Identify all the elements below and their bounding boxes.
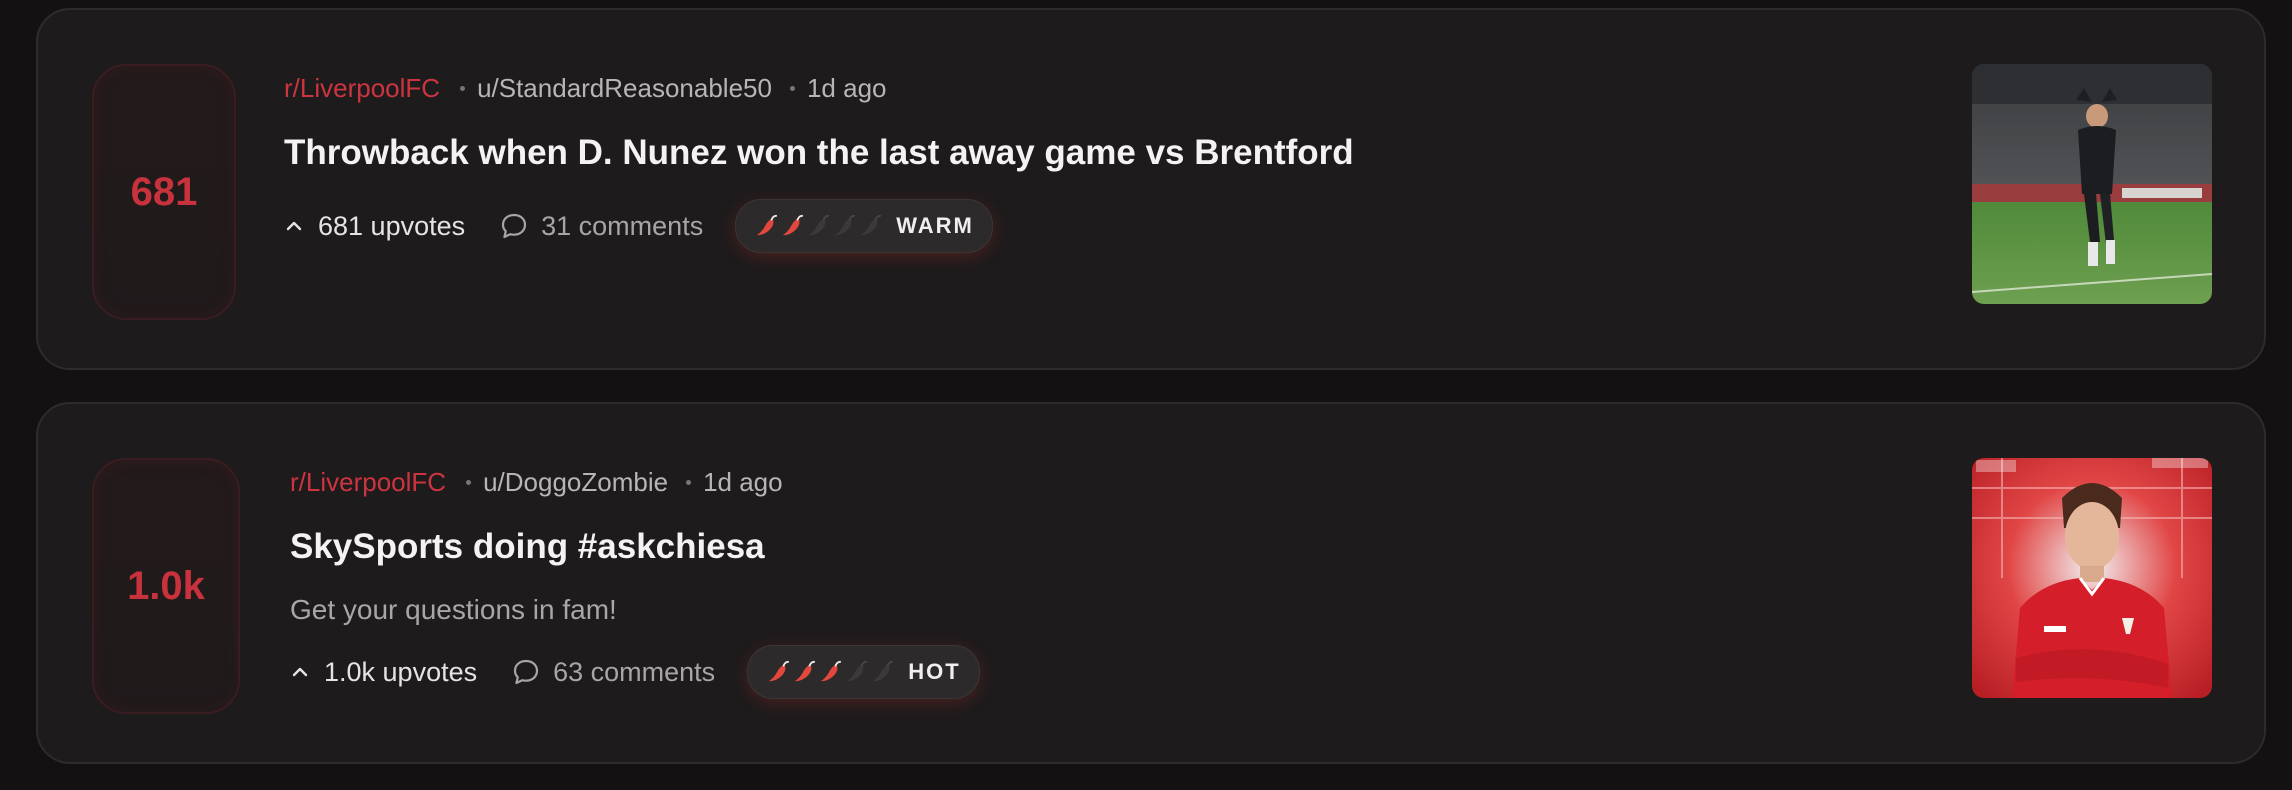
player-celebration-image <box>1972 64 2212 304</box>
separator-dot <box>466 479 472 485</box>
post-age: 1d ago <box>703 466 783 497</box>
post-meta: r/LiverpoolFC u/StandardReasonable50 1d … <box>284 68 1944 108</box>
score-badge: 1.0k <box>92 458 240 714</box>
chili-pepper-empty-icon <box>872 660 894 682</box>
comment-count: 63 comments <box>553 656 716 687</box>
comments-button[interactable]: 63 comments <box>511 657 715 688</box>
post-title[interactable]: Throwback when D. Nunez won the last awa… <box>284 130 1944 176</box>
post-thumbnail[interactable] <box>1972 64 2212 304</box>
chili-pepper-empty-icon <box>808 214 830 236</box>
player-portrait-image <box>1972 458 2212 698</box>
pepper-rating <box>754 214 884 238</box>
post-card[interactable]: 1.0k r/LiverpoolFC u/DoggoZombie 1d ago … <box>36 402 2266 764</box>
upvote-button[interactable]: 1.0k upvotes <box>290 657 477 688</box>
post-age: 1d ago <box>806 72 887 103</box>
pepper-rating <box>766 660 896 684</box>
post-title[interactable]: SkySports doing #askchiesa <box>290 524 1944 570</box>
subreddit-link[interactable]: r/LiverpoolFC <box>284 73 440 104</box>
score-badge: 681 <box>92 64 236 320</box>
chili-pepper-icon <box>756 214 778 236</box>
post-content: r/LiverpoolFC u/DoggoZombie 1d ago SkySp… <box>290 462 1944 700</box>
chevron-up-icon <box>292 667 308 677</box>
post-content: r/LiverpoolFC u/StandardReasonable50 1d … <box>284 68 1944 254</box>
separator-dot <box>789 85 795 91</box>
chili-pepper-icon <box>820 660 842 682</box>
upvote-count: 681 upvotes <box>318 210 466 241</box>
comment-count: 31 comments <box>541 210 704 241</box>
author-link[interactable]: u/StandardReasonable50 <box>477 73 772 104</box>
chili-pepper-empty-icon <box>860 214 882 236</box>
heat-label: WARM <box>896 213 974 238</box>
post-thumbnail[interactable] <box>1972 458 2212 698</box>
chevron-up-icon <box>286 221 302 231</box>
upvote-button[interactable]: 681 upvotes <box>284 211 465 242</box>
author-link[interactable]: u/DoggoZombie <box>483 467 668 498</box>
chili-pepper-icon <box>782 214 804 236</box>
upvote-count: 1.0k upvotes <box>324 656 478 687</box>
chili-pepper-empty-icon <box>834 214 856 236</box>
heat-label: HOT <box>908 659 961 684</box>
post-card[interactable]: 681 r/LiverpoolFC u/StandardReasonable50… <box>36 8 2266 370</box>
chili-pepper-empty-icon <box>846 660 868 682</box>
heat-badge: HOT <box>747 645 980 699</box>
chili-pepper-icon <box>794 660 816 682</box>
separator-dot <box>686 479 692 485</box>
comments-button[interactable]: 31 comments <box>499 211 703 242</box>
heat-badge: WARM <box>735 199 993 253</box>
comment-bubble-icon <box>514 659 539 685</box>
post-stats: 681 upvotes 31 comments WARM <box>284 198 1944 254</box>
chili-pepper-icon <box>768 660 790 682</box>
subreddit-link[interactable]: r/LiverpoolFC <box>290 467 446 498</box>
comment-bubble-icon <box>502 213 527 239</box>
separator-dot <box>460 85 466 91</box>
post-body: Get your questions in fam! <box>290 594 617 625</box>
post-stats: 1.0k upvotes 63 comments HOT <box>290 644 1944 700</box>
post-meta: r/LiverpoolFC u/DoggoZombie 1d ago <box>290 462 1944 502</box>
